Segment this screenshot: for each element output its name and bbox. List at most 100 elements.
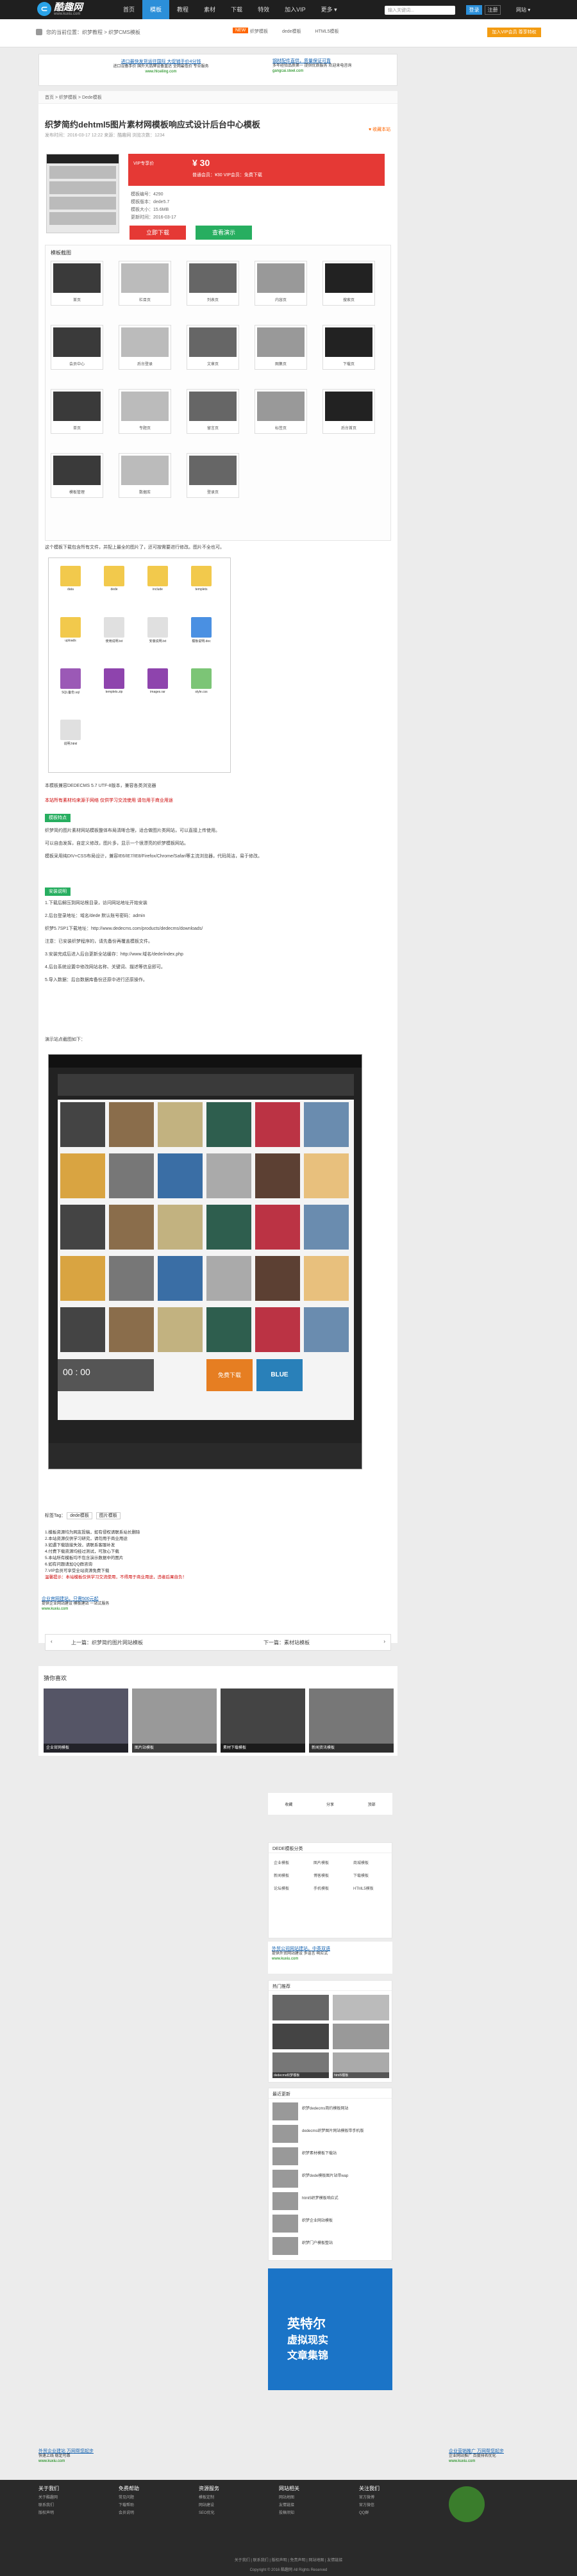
ad-url[interactable]: www.kuxiu.com bbox=[42, 1607, 131, 1611]
chevron-left-icon[interactable]: ‹ bbox=[51, 1639, 53, 1644]
category-link[interactable]: 手机模板 bbox=[314, 1885, 329, 1891]
gallery-thumb[interactable]: 搜索页 bbox=[322, 261, 375, 306]
file-icon[interactable]: 使用说明.txt bbox=[100, 617, 128, 643]
prev-article-link[interactable]: 上一篇：织梦简约图片网站模板 bbox=[71, 1639, 143, 1646]
category-link[interactable]: 新闻模板 bbox=[274, 1872, 289, 1878]
latest-item[interactable]: 织梦dedecms简约模板网站 bbox=[272, 2102, 389, 2122]
register-button[interactable]: 注册 bbox=[485, 5, 501, 15]
nav-vip[interactable]: 加入VIP bbox=[277, 0, 314, 19]
file-icon[interactable]: SQL备份.sql bbox=[56, 668, 85, 695]
footer-link[interactable]: 网站建设 bbox=[199, 2502, 219, 2507]
footer-link[interactable]: 官方微博 bbox=[359, 2494, 380, 2500]
share-icon[interactable]: 分享 bbox=[326, 1801, 334, 1807]
gallery-thumb[interactable]: 会员中心 bbox=[51, 325, 103, 370]
gallery-thumb[interactable]: 后台登录 bbox=[119, 325, 171, 370]
footer-link[interactable]: SEO优化 bbox=[199, 2509, 219, 2515]
latest-item[interactable]: dedecms织梦图片网站模板带手机版 bbox=[272, 2125, 389, 2144]
step[interactable]: 织梦5.7SP1下载地址：http://www.dedecms.com/prod… bbox=[45, 926, 385, 933]
file-icon[interactable]: uploads bbox=[56, 617, 85, 643]
top-icon[interactable]: 顶部 bbox=[368, 1801, 376, 1807]
nav-materials[interactable]: 素材 bbox=[196, 0, 223, 19]
related-thumb[interactable]: 新闻资讯模板 bbox=[309, 1688, 394, 1753]
hot-thumb[interactable]: dedecms织梦模板 bbox=[272, 2052, 329, 2078]
footer-link[interactable]: 网站地图 bbox=[279, 2494, 299, 2500]
hot-link[interactable]: HTML5模板 bbox=[315, 28, 339, 35]
footer-link[interactable]: 模板定制 bbox=[199, 2494, 219, 2500]
gallery-thumb[interactable]: 数据库 bbox=[119, 453, 171, 498]
gallery-thumb[interactable]: 单页 bbox=[51, 389, 103, 434]
site-menu[interactable]: 网站 ▾ bbox=[516, 5, 530, 15]
file-icon[interactable]: dede bbox=[100, 566, 128, 591]
download-button[interactable]: 立即下载 bbox=[130, 226, 186, 240]
latest-item[interactable]: 织梦门户模板整站 bbox=[272, 2237, 389, 2256]
favorite-icon[interactable]: 收藏 bbox=[285, 1801, 292, 1807]
nav-templates[interactable]: 模板 bbox=[142, 0, 170, 19]
latest-item[interactable]: 织梦dede模板图片站带wap bbox=[272, 2170, 389, 2189]
ad-url[interactable]: gangcai.steel.com bbox=[272, 69, 394, 73]
related-thumb[interactable]: 图片站模板 bbox=[132, 1688, 217, 1753]
latest-item[interactable]: 织梦素材模板下载站 bbox=[272, 2147, 389, 2167]
intel-ad[interactable]: 英特尔 虚拟现实 文章集锦 bbox=[268, 2268, 392, 2390]
login-button[interactable]: 登录 bbox=[466, 5, 482, 15]
category-link[interactable]: HTML5模板 bbox=[353, 1885, 374, 1891]
category-link[interactable]: 博客模板 bbox=[314, 1872, 329, 1878]
gallery-thumb[interactable]: 专题页 bbox=[119, 389, 171, 434]
hot-thumb[interactable] bbox=[272, 2024, 329, 2049]
breadcrumb[interactable]: 您的当前位置：织梦教程 > 织梦CMS模板 bbox=[46, 29, 140, 36]
hot-link[interactable]: dede模板 bbox=[282, 28, 301, 35]
file-icon[interactable]: data bbox=[56, 566, 85, 591]
file-icon[interactable]: templets.zip bbox=[100, 668, 128, 694]
gallery-thumb[interactable]: 栏目页 bbox=[119, 261, 171, 306]
vip-apply-button[interactable]: 加入VIP会员 尊享特权 bbox=[487, 28, 541, 37]
next-article-link[interactable]: 下一篇：素材站模板 bbox=[263, 1639, 310, 1646]
ad-title[interactable]: 企业营销推广 万网帮您起步 bbox=[449, 2448, 545, 2454]
hot-thumb[interactable]: html5模板 bbox=[333, 2052, 389, 2078]
tag-link[interactable]: dede模板 bbox=[67, 1512, 92, 1519]
file-icon[interactable]: 模板说明.doc bbox=[187, 617, 215, 643]
file-icon[interactable]: images.rar bbox=[144, 668, 172, 694]
gallery-thumb[interactable]: 内容页 bbox=[255, 261, 307, 306]
nav-more[interactable]: 更多 ▾ bbox=[314, 0, 345, 19]
file-icon[interactable]: 安装说明.txt bbox=[144, 617, 172, 643]
favorite-link[interactable]: ♥ 收藏本站 bbox=[369, 126, 390, 133]
site-logo[interactable]: ⊂ 酷趣网 www.kuxiu.com bbox=[37, 2, 83, 16]
footer-link[interactable]: QQ群 bbox=[359, 2509, 380, 2515]
ad-url[interactable]: www.kuxiu.com bbox=[38, 2459, 135, 2463]
related-thumb[interactable]: 素材下载模板 bbox=[221, 1688, 305, 1753]
related-thumb[interactable]: 企业官网模板 bbox=[44, 1688, 128, 1753]
gallery-thumb[interactable]: 列表页 bbox=[187, 261, 239, 306]
hot-thumb[interactable] bbox=[272, 1995, 329, 2020]
tag-link[interactable]: 图片模板 bbox=[96, 1512, 121, 1519]
ad-title[interactable]: 进口最快发货运往国际 大促销手价4分钱 bbox=[78, 58, 244, 65]
gallery-thumb[interactable]: 首页 bbox=[51, 261, 103, 306]
footer-link[interactable]: 会员说明 bbox=[119, 2509, 139, 2515]
nav-tutorials[interactable]: 教程 bbox=[169, 0, 196, 19]
gallery-thumb[interactable]: 图集页 bbox=[255, 325, 307, 370]
gallery-thumb[interactable]: 模板管理 bbox=[51, 453, 103, 498]
nav-effects[interactable]: 特效 bbox=[250, 0, 277, 19]
file-icon[interactable]: include bbox=[144, 566, 172, 591]
nav-download[interactable]: 下载 bbox=[223, 0, 250, 19]
ad-url[interactable]: www.kuxiu.com bbox=[272, 1957, 389, 1961]
ad-url[interactable]: www.kuxiu.com bbox=[449, 2459, 545, 2463]
search-input[interactable]: 输入关键词... bbox=[385, 6, 455, 15]
ad-title[interactable]: 企业官网建站，只需500元起 bbox=[42, 1596, 131, 1602]
footer-link[interactable]: 联系我们 bbox=[38, 2502, 59, 2507]
footer-link[interactable]: 常见问题 bbox=[119, 2494, 139, 2500]
category-link[interactable]: 商城模板 bbox=[353, 1860, 369, 1865]
footer-link[interactable]: 友情链接 bbox=[279, 2502, 299, 2507]
category-link[interactable]: 企业模板 bbox=[274, 1860, 289, 1865]
file-icon[interactable]: templets bbox=[187, 566, 215, 591]
article-breadcrumb[interactable]: 首页 > 织梦模板 > Dede模板 bbox=[38, 91, 397, 104]
nav-home[interactable]: 首页 bbox=[115, 0, 142, 19]
ad-url[interactable]: www.hlceiling.com bbox=[78, 70, 244, 74]
hot-thumb[interactable] bbox=[333, 2024, 389, 2049]
ad-title[interactable]: 外贸公司网站建站，中英双语 bbox=[272, 1945, 389, 1952]
gallery-thumb[interactable]: 文章页 bbox=[187, 325, 239, 370]
category-link[interactable]: 下载模板 bbox=[353, 1872, 369, 1878]
footer-links[interactable]: 关于我们 | 联系我们 | 版权声明 | 免责声明 | 网站地图 | 友情链接 bbox=[0, 2557, 577, 2563]
file-icon[interactable]: 说明.html bbox=[56, 720, 85, 746]
hot-thumb[interactable] bbox=[333, 1995, 389, 2020]
latest-item[interactable]: 织梦企业网站模板 bbox=[272, 2215, 389, 2234]
gallery-thumb[interactable]: 后台首页 bbox=[322, 389, 375, 434]
